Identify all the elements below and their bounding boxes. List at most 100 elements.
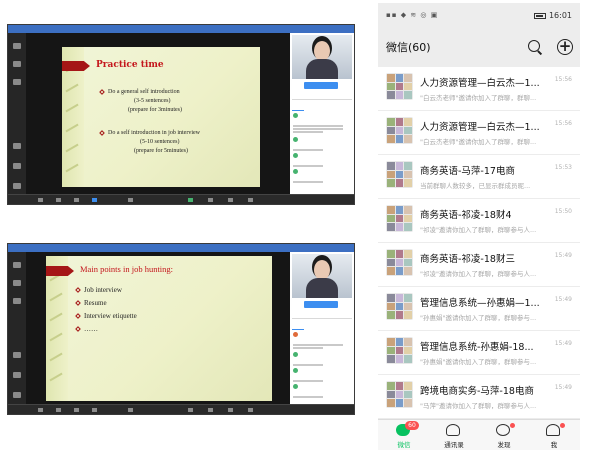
- tab-chats[interactable]: 60 微信: [379, 420, 429, 450]
- slide: Main points in job hunting: Job intervie…: [46, 256, 272, 401]
- phone-screen: ▪▪ ◆ ≋ ◎ ▣ 16:01 微信(60) 人力资源管理—白云杰—1... "…: [378, 3, 580, 450]
- tool-icon[interactable]: [13, 143, 21, 149]
- tool-icon[interactable]: [13, 79, 21, 85]
- avatar: [293, 113, 298, 118]
- slide-line: (5-10 sentences): [140, 139, 180, 145]
- window-titlebar[interactable]: [8, 244, 354, 260]
- avatar: [293, 169, 298, 174]
- chat-row[interactable]: 管理信息系统-孙惠娟-18... "孙惠娟"邀请你加入了群聊，群聊参与... 15:…: [378, 331, 580, 375]
- slide: Practice time Do a general self introduc…: [62, 47, 260, 187]
- tool-icon[interactable]: [13, 61, 21, 67]
- tool-icon[interactable]: [13, 163, 21, 169]
- slide-title: Main points in job hunting:: [80, 264, 174, 274]
- slide-bullet: ……: [75, 325, 98, 334]
- tool-icon[interactable]: [13, 392, 21, 398]
- tool-icon[interactable]: [208, 408, 213, 412]
- chat-time: 15:53: [554, 164, 572, 171]
- slide-text: Do a self introduction in job interview: [99, 129, 200, 138]
- window-buttons[interactable]: [332, 245, 350, 260]
- title-ribbon: [46, 266, 74, 276]
- chat-row[interactable]: 商务英语-祁凌-18财4 "祁凌"邀请你加入了群聊，群聊参与人... 15:50: [378, 199, 580, 243]
- tool-icon[interactable]: [13, 298, 21, 304]
- chat-preview: "祁凌"邀请你加入了群聊，群聊参与人...: [420, 226, 537, 234]
- conference-window-top: Practice time Do a general self introduc…: [7, 24, 355, 205]
- chat-preview: "马萍"邀请你加入了群聊，群聊参与人...: [420, 402, 537, 410]
- tool-icon[interactable]: [56, 408, 61, 412]
- chat-name: 管理信息系统-孙惠娟-18...: [420, 342, 534, 353]
- chat-preview: "孙惠娟"邀请你加入了群聊，群聊参与...: [420, 358, 537, 366]
- slide-line: Do a general self introduction: [108, 89, 180, 95]
- chat-name: 人力资源管理—白云杰—1...: [420, 122, 540, 133]
- tool-icon[interactable]: [38, 198, 43, 202]
- chat-row[interactable]: 人力资源管理—白云杰—1... "白云杰老师"邀请你加入了群聊，群聊... 15:5…: [378, 67, 580, 111]
- add-icon[interactable]: [556, 37, 574, 56]
- chat-preview: 当前群聊人数较多，已显示群成员昵...: [420, 182, 531, 190]
- join-button[interactable]: [304, 82, 338, 89]
- tool-icon[interactable]: [128, 198, 133, 202]
- slide-line: (3-5 sentences): [134, 98, 171, 104]
- chat-row[interactable]: 人力资源管理—白云杰—1... "白云杰老师"邀请你加入了群聊，群聊... 15:5…: [378, 111, 580, 155]
- group-avatar: [386, 293, 413, 320]
- notification-dot: [560, 423, 565, 428]
- tab-label: 我: [550, 441, 558, 449]
- tool-icon[interactable]: [13, 352, 21, 358]
- tab-discover[interactable]: 发现: [479, 420, 529, 450]
- webcam-video: [292, 254, 352, 298]
- window-buttons[interactable]: [332, 26, 350, 41]
- chat-name: 跨境电商实务-马萍-18电商: [420, 386, 534, 397]
- tool-icon[interactable]: [13, 262, 21, 268]
- tool-icon[interactable]: [13, 280, 21, 286]
- tool-icon[interactable]: [248, 198, 253, 202]
- chat-row[interactable]: 商务英语-马萍-17电商 当前群聊人数较多，已显示群成员昵... 15:53: [378, 155, 580, 199]
- tool-icon[interactable]: [208, 198, 213, 202]
- left-toolbar: [8, 33, 26, 194]
- tool-icon[interactable]: [92, 408, 97, 412]
- title-ribbon: [62, 61, 90, 71]
- chat-row[interactable]: 跨境电商实务-马萍-18电商 "马萍"邀请你加入了群聊，群聊参与人... 15:49: [378, 375, 580, 419]
- tool-icon[interactable]: [13, 372, 21, 378]
- avatar: [293, 332, 298, 337]
- slide-text: Do a general self introduction: [99, 88, 180, 97]
- slide-title: Practice time: [96, 60, 164, 70]
- bullet-icon: [75, 326, 81, 333]
- tool-icon[interactable]: [188, 198, 193, 202]
- chat-row[interactable]: 商务英语-祁凌-18财三 "祁凌"邀请你加入了群聊，群聊参与人... 15:49: [378, 243, 580, 287]
- bottom-toolbar: [8, 194, 354, 204]
- chat-time: 15:49: [554, 252, 572, 259]
- chat-time: 15:49: [554, 340, 572, 347]
- person-icon: [546, 424, 560, 436]
- avatar: [293, 384, 298, 389]
- tool-icon[interactable]: [188, 408, 193, 412]
- bullet-icon: [75, 313, 81, 320]
- search-icon[interactable]: [526, 38, 544, 56]
- slide-bullet: Job interview: [75, 286, 122, 295]
- tool-icon[interactable]: [38, 408, 43, 412]
- chat-time: 15:49: [554, 384, 572, 391]
- group-avatar: [386, 249, 413, 276]
- slide-bullet: Resume: [75, 299, 107, 308]
- tool-icon[interactable]: [74, 198, 79, 202]
- tool-icon[interactable]: [56, 198, 61, 202]
- tool-icon[interactable]: [13, 43, 21, 49]
- join-button[interactable]: [304, 301, 338, 308]
- tool-icon[interactable]: [74, 408, 79, 412]
- presentation-stage: Main points in job hunting: Job intervie…: [26, 252, 290, 404]
- tool-icon[interactable]: [228, 408, 233, 412]
- chat-row[interactable]: 管理信息系统—孙惠娟—1... "孙惠娟"邀请你加入了群聊，群聊参与... 15:4…: [378, 287, 580, 331]
- chat-name: 人力资源管理—白云杰—1...: [420, 78, 540, 89]
- tab-contacts[interactable]: 通讯录: [429, 420, 479, 450]
- tool-icon[interactable]: [248, 408, 253, 412]
- tab-me[interactable]: 我: [529, 420, 579, 450]
- tab-label: 通讯录: [444, 441, 464, 449]
- slide-line: Do a self introduction in job interview: [108, 130, 200, 136]
- window-titlebar[interactable]: [8, 25, 354, 41]
- app-title: 微信(60): [386, 41, 431, 54]
- tab-bar: 60 微信 通讯录 发现 我: [378, 419, 580, 450]
- tool-icon[interactable]: [92, 198, 97, 202]
- slide-line: (prepare for 3minutes): [128, 107, 182, 113]
- tool-icon[interactable]: [13, 183, 21, 189]
- tool-icon[interactable]: [128, 408, 133, 412]
- tool-icon[interactable]: [228, 198, 233, 202]
- bullet-icon: [99, 88, 105, 95]
- chat-preview: "白云杰老师"邀请你加入了群聊，群聊...: [420, 94, 537, 102]
